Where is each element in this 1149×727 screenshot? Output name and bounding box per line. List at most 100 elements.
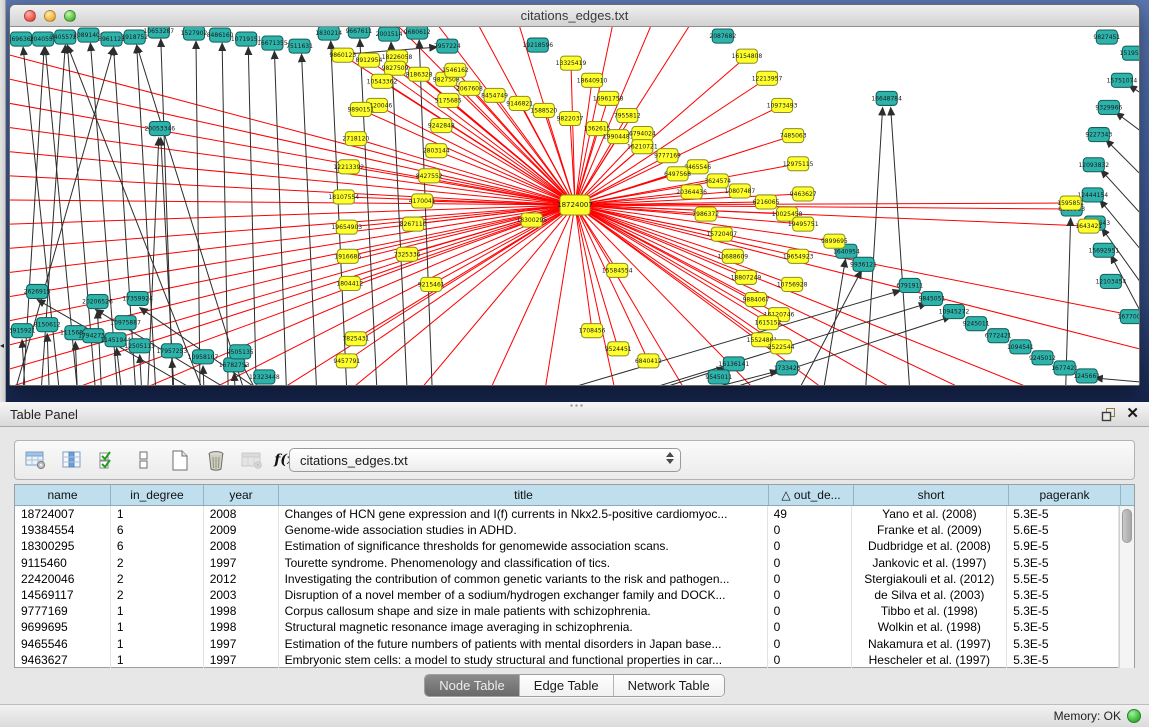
row-height-icon[interactable]: [129, 446, 159, 474]
table-cell: 5.3E-5: [1007, 603, 1119, 619]
table-cell: Wolkin et al. (1998): [852, 619, 1007, 635]
table-cell: Stergiakouli et al. (2012): [852, 571, 1007, 587]
table-cell: Nakamura et al. (1997): [852, 636, 1007, 652]
table-row[interactable]: 946362711997Embryonic stem cells: a mode…: [15, 652, 1119, 668]
collapse-west-arrow-icon[interactable]: ◂: [0, 342, 4, 350]
graph-node-label: 9545011: [705, 374, 732, 381]
table-cell: Jankovic et al. (1997): [852, 555, 1007, 571]
table-cell: 19384554: [15, 522, 111, 538]
column-header-in_degree[interactable]: in_degree: [111, 485, 204, 505]
table-cell: Estimation of the future numbers of pati…: [279, 636, 768, 652]
table-rows: 1872400712008Changes of HCN gene express…: [15, 506, 1119, 668]
graph-node-label: 1519533: [1120, 50, 1139, 57]
table-row[interactable]: 946554611997Estimation of the future num…: [15, 636, 1119, 652]
graph-node-label: 9890151: [347, 106, 374, 113]
west-panel-strip: ◂: [0, 0, 6, 402]
vertical-scrollbar[interactable]: [1119, 506, 1134, 668]
attribute-table: namein_degreeyeartitle△ out_de...shortpa…: [14, 484, 1135, 668]
network-canvas[interactable]: 1696360204055724055724208914068961121191…: [10, 27, 1139, 385]
graph-node-label: 6791911: [896, 282, 923, 289]
table-cell: 6: [111, 522, 204, 538]
graph-node-label: 5175685: [435, 97, 462, 104]
window-titlebar[interactable]: citations_edges.txt: [10, 5, 1139, 27]
select-rows-check-icon[interactable]: [93, 446, 123, 474]
table-cell: Tourette syndrome. Phenomenology and cla…: [279, 555, 768, 571]
table-cell: 1: [111, 652, 204, 668]
graph-node-label: 12505113: [124, 343, 155, 350]
column-header-out_de[interactable]: △ out_de...: [769, 485, 854, 505]
column-header-year[interactable]: year: [204, 485, 279, 505]
table-cell: 5.9E-5: [1007, 538, 1119, 554]
graph-node-label: 10756928: [777, 281, 808, 288]
column-header-title[interactable]: title: [279, 485, 769, 505]
table-cell: 5.3E-5: [1007, 555, 1119, 571]
table-cell: 22420046: [15, 571, 111, 587]
table-row[interactable]: 1456911722003Disruption of a novel membe…: [15, 587, 1119, 603]
table-row[interactable]: 2242004622012Investigating the contribut…: [15, 571, 1119, 587]
graph-node-label: 8486160: [207, 32, 234, 39]
graph-node-label: 8454749: [481, 92, 508, 99]
tab-network-table[interactable]: Network Table: [614, 675, 724, 696]
graph-node-label: 2067608: [456, 85, 483, 92]
delete-trash-icon[interactable]: [201, 446, 231, 474]
table-cell: 0: [768, 636, 853, 652]
table-cell: 2009: [204, 522, 279, 538]
table-cell: 2008: [204, 538, 279, 554]
graph-node-label: 1916686: [334, 253, 361, 260]
table-toolbar: f(x) citations_edges.txt: [14, 440, 1135, 480]
table-selector-dropdown[interactable]: citations_edges.txt: [289, 448, 681, 472]
network-view-window: citations_edges.txt 16963602040557240557…: [9, 4, 1140, 386]
graph-node-label: 9457791: [333, 358, 360, 365]
select-column-icon[interactable]: [57, 446, 87, 474]
scrollbar-thumb[interactable]: [1122, 509, 1132, 543]
graph-node-label: 1615152: [755, 320, 782, 327]
graph-node-label: 1094541: [1007, 344, 1034, 351]
graph-node-label: 1677005: [1118, 314, 1139, 321]
graph-node-label: 3915921: [10, 328, 36, 335]
table-row[interactable]: 1872400712008Changes of HCN gene express…: [15, 506, 1119, 522]
table-cell: Genome-wide association studies in ADHD.: [279, 522, 768, 538]
tab-edge-table[interactable]: Edge Table: [520, 675, 614, 696]
graph-node-label: 19654903: [331, 224, 362, 231]
table-cell: 49: [768, 506, 853, 522]
table-row[interactable]: 1938455462009Genome-wide association stu…: [15, 522, 1119, 538]
close-panel-icon[interactable]: ✕: [1126, 406, 1139, 422]
panel-splitter-handle[interactable]: [569, 403, 583, 408]
column-header-short[interactable]: short: [854, 485, 1009, 505]
graph-node-label: 16648784: [871, 95, 902, 102]
graph-node-label: 12093832: [1078, 162, 1109, 169]
table-cell: 5.3E-5: [1007, 587, 1119, 603]
graph-node-label: 9845051: [919, 296, 946, 303]
table-row[interactable]: 1830029562008Estimation of significance …: [15, 538, 1119, 554]
table-cell: Structural magnetic resonance image aver…: [279, 619, 768, 635]
table-cell: 5.3E-5: [1007, 636, 1119, 652]
graph-node-label: 7986372: [692, 211, 719, 218]
table-cell: 1: [111, 603, 204, 619]
graph-node-label: 1643421: [1075, 223, 1102, 230]
graph-node-label: 20364436: [676, 189, 707, 196]
graph-node-label: 1245661: [1073, 373, 1100, 380]
graph-node-label: 16671355: [257, 40, 288, 47]
column-header-name[interactable]: name: [15, 485, 111, 505]
table-row[interactable]: 911546021997Tourette syndrome. Phenomeno…: [15, 555, 1119, 571]
table-cell: Changes of HCN gene expression and I(f) …: [279, 506, 768, 522]
table-cell: 0: [768, 603, 853, 619]
table-cell: 9699695: [15, 619, 111, 635]
tab-node-table[interactable]: Node Table: [425, 675, 520, 696]
table-settings-icon[interactable]: [21, 446, 51, 474]
table-cell: 0: [768, 587, 853, 603]
table-cell: 5.3E-5: [1007, 506, 1119, 522]
new-table-icon[interactable]: [165, 446, 195, 474]
graph-node-label: 9667611: [345, 28, 372, 35]
graph-node-label: 8186328: [406, 71, 433, 78]
table-cell: 2003: [204, 587, 279, 603]
table-row[interactable]: 969969511998Structural magnetic resonanc…: [15, 619, 1119, 635]
table-cell: 1998: [204, 619, 279, 635]
graph-node-label: 17957253: [157, 348, 188, 355]
graph-node-label: 4170041: [409, 198, 436, 205]
table-cell: 1: [111, 636, 204, 652]
float-panel-icon[interactable]: [1101, 407, 1116, 422]
table-cell: 1: [111, 506, 204, 522]
column-header-pagerank[interactable]: pagerank: [1009, 485, 1121, 505]
table-row[interactable]: 977716911998Corpus callosum shape and si…: [15, 603, 1119, 619]
